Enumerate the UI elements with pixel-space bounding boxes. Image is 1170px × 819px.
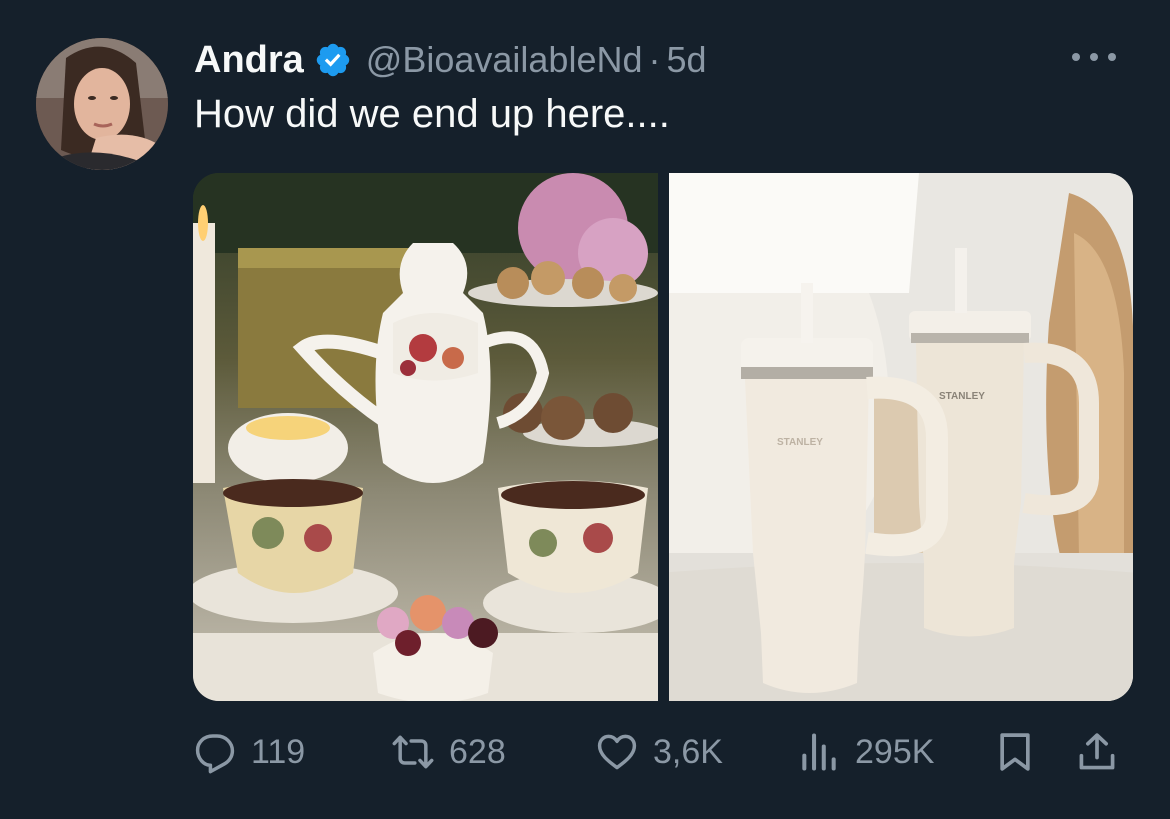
stanley-tumbler-image[interactable]: STANLEY STANLEY — [669, 173, 1133, 701]
tweet-card[interactable]: Andra @BioavailableNd · 5d How did we en… — [0, 0, 1170, 819]
media-grid[interactable]: STANLEY STANLEY — [193, 173, 1133, 701]
bookmark-button[interactable] — [993, 722, 1037, 782]
verified-badge-icon — [316, 43, 350, 77]
separator: · — [648, 39, 661, 80]
like-icon — [597, 734, 637, 770]
reply-icon — [195, 734, 235, 774]
reply-button[interactable]: 119 — [193, 722, 305, 782]
avatar[interactable] — [36, 38, 168, 170]
author-handle[interactable]: @BioavailableNd — [366, 39, 643, 81]
tweet-text: How did we end up here.... — [194, 92, 670, 136]
share-button[interactable] — [1075, 722, 1119, 782]
bookmark-icon — [1000, 733, 1030, 771]
retweet-icon — [392, 735, 434, 769]
retweet-count: 628 — [449, 732, 506, 771]
tweet-header: Andra @BioavailableNd · 5d — [194, 36, 707, 84]
like-count: 3,6K — [653, 732, 723, 771]
views-count: 295K — [855, 732, 935, 771]
reply-count: 119 — [251, 732, 306, 771]
views-button[interactable]: 295K — [797, 722, 934, 782]
action-bar: 119 628 3,6K 295K — [193, 722, 1133, 782]
more-icon[interactable] — [1072, 42, 1116, 72]
svg-text:STANLEY: STANLEY — [939, 391, 985, 402]
like-button[interactable]: 3,6K — [595, 722, 723, 782]
retweet-button[interactable]: 628 — [391, 722, 506, 782]
svg-text:STANLEY: STANLEY — [777, 437, 823, 448]
share-icon — [1079, 733, 1115, 770]
author-name[interactable]: Andra — [194, 39, 304, 82]
timestamp[interactable]: 5d — [667, 39, 707, 81]
tea-set-image[interactable] — [193, 173, 658, 701]
views-icon — [802, 733, 836, 771]
